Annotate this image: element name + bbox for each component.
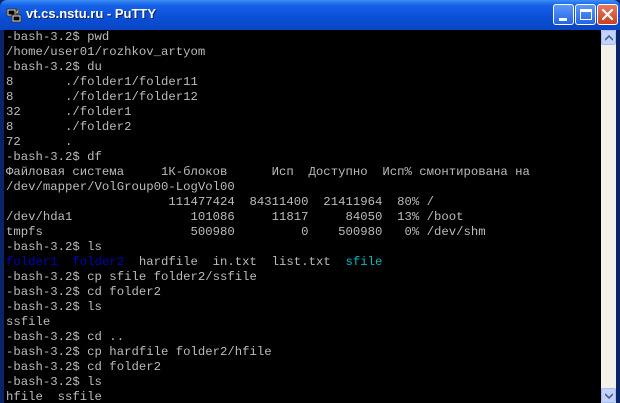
scroll-up-button[interactable] — [601, 30, 616, 45]
terminal-line: -bash-3.2$ ls — [6, 240, 102, 254]
terminal-screen[interactable]: -bash-3.2$ pwd /home/user01/rozhkov_arty… — [4, 30, 601, 403]
minimize-icon — [559, 18, 567, 21]
terminal-line: ssfile — [6, 315, 51, 329]
putty-window: vt.cs.nstu.ru - PuTTY -bash-3.2$ pwd /ho… — [0, 0, 620, 403]
terminal-line: /dev/mapper/VolGroup00-LogVol00 — [6, 180, 235, 194]
terminal-line: -bash-3.2$ cd folder2 — [6, 360, 161, 374]
terminal-line: 8 ./folder1/folder12 — [6, 90, 198, 104]
terminal-line: -bash-3.2$ df — [6, 150, 102, 164]
close-button[interactable] — [597, 4, 618, 25]
terminal-line: -bash-3.2$ pwd — [6, 30, 110, 44]
ls-entry-files: hardfile in.txt list.txt — [138, 255, 331, 269]
title-bar[interactable]: vt.cs.nstu.ru - PuTTY — [0, 0, 620, 30]
maximize-icon — [580, 9, 592, 20]
maximize-button[interactable] — [575, 4, 596, 25]
putty-client-area: -bash-3.2$ pwd /home/user01/rozhkov_arty… — [4, 30, 616, 403]
terminal-line: 111477424 84311400 21411964 80% / — [6, 195, 435, 209]
putty-icon[interactable] — [6, 7, 22, 23]
terminal-line: hfile ssfile — [6, 390, 102, 403]
terminal-line: 72 . — [6, 135, 73, 149]
terminal-line: -bash-3.2$ cd folder2 — [6, 285, 161, 299]
terminal-line: Файловая система 1К-блоков Исп Доступно … — [6, 165, 530, 179]
minimize-button[interactable] — [553, 4, 574, 25]
scroll-up-arrow-icon — [605, 35, 613, 41]
ls-entry-sfile: sfile — [345, 255, 383, 269]
terminal-line: -bash-3.2$ cp hardfile folder2/hfile — [6, 345, 272, 359]
scroll-down-arrow-icon — [605, 393, 613, 399]
terminal-line: /dev/hda1 101086 11817 84050 13% /boot — [6, 210, 464, 224]
close-icon — [601, 8, 614, 21]
terminal-line: -bash-3.2$ ls — [6, 375, 102, 389]
terminal-line: tmpfs 500980 0 500980 0% /dev/shm — [6, 225, 486, 239]
terminal-line: -bash-3.2$ cp sfile folder2/ssfile — [6, 270, 257, 284]
vertical-scrollbar[interactable] — [601, 30, 616, 403]
ls-entry-folder2: folder2 — [72, 255, 125, 269]
ls-entry-folder1: folder1 — [6, 255, 58, 269]
terminal-line: -bash-3.2$ ls — [6, 300, 102, 314]
terminal-line: /home/user01/rozhkov_artyom — [6, 45, 206, 59]
scroll-down-button[interactable] — [601, 388, 616, 403]
window-title: vt.cs.nstu.ru - PuTTY — [26, 6, 157, 21]
terminal-line: 32 ./folder1 — [6, 105, 132, 119]
terminal-line: 8 ./folder2 — [6, 120, 132, 134]
terminal-line: 8 ./folder1/folder11 — [6, 75, 198, 89]
ls-output-line: folder1 folder2 hardfile in.txt list.txt… — [4, 255, 601, 270]
terminal-line: -bash-3.2$ cd .. — [6, 330, 125, 344]
terminal-line: -bash-3.2$ du — [6, 60, 102, 74]
